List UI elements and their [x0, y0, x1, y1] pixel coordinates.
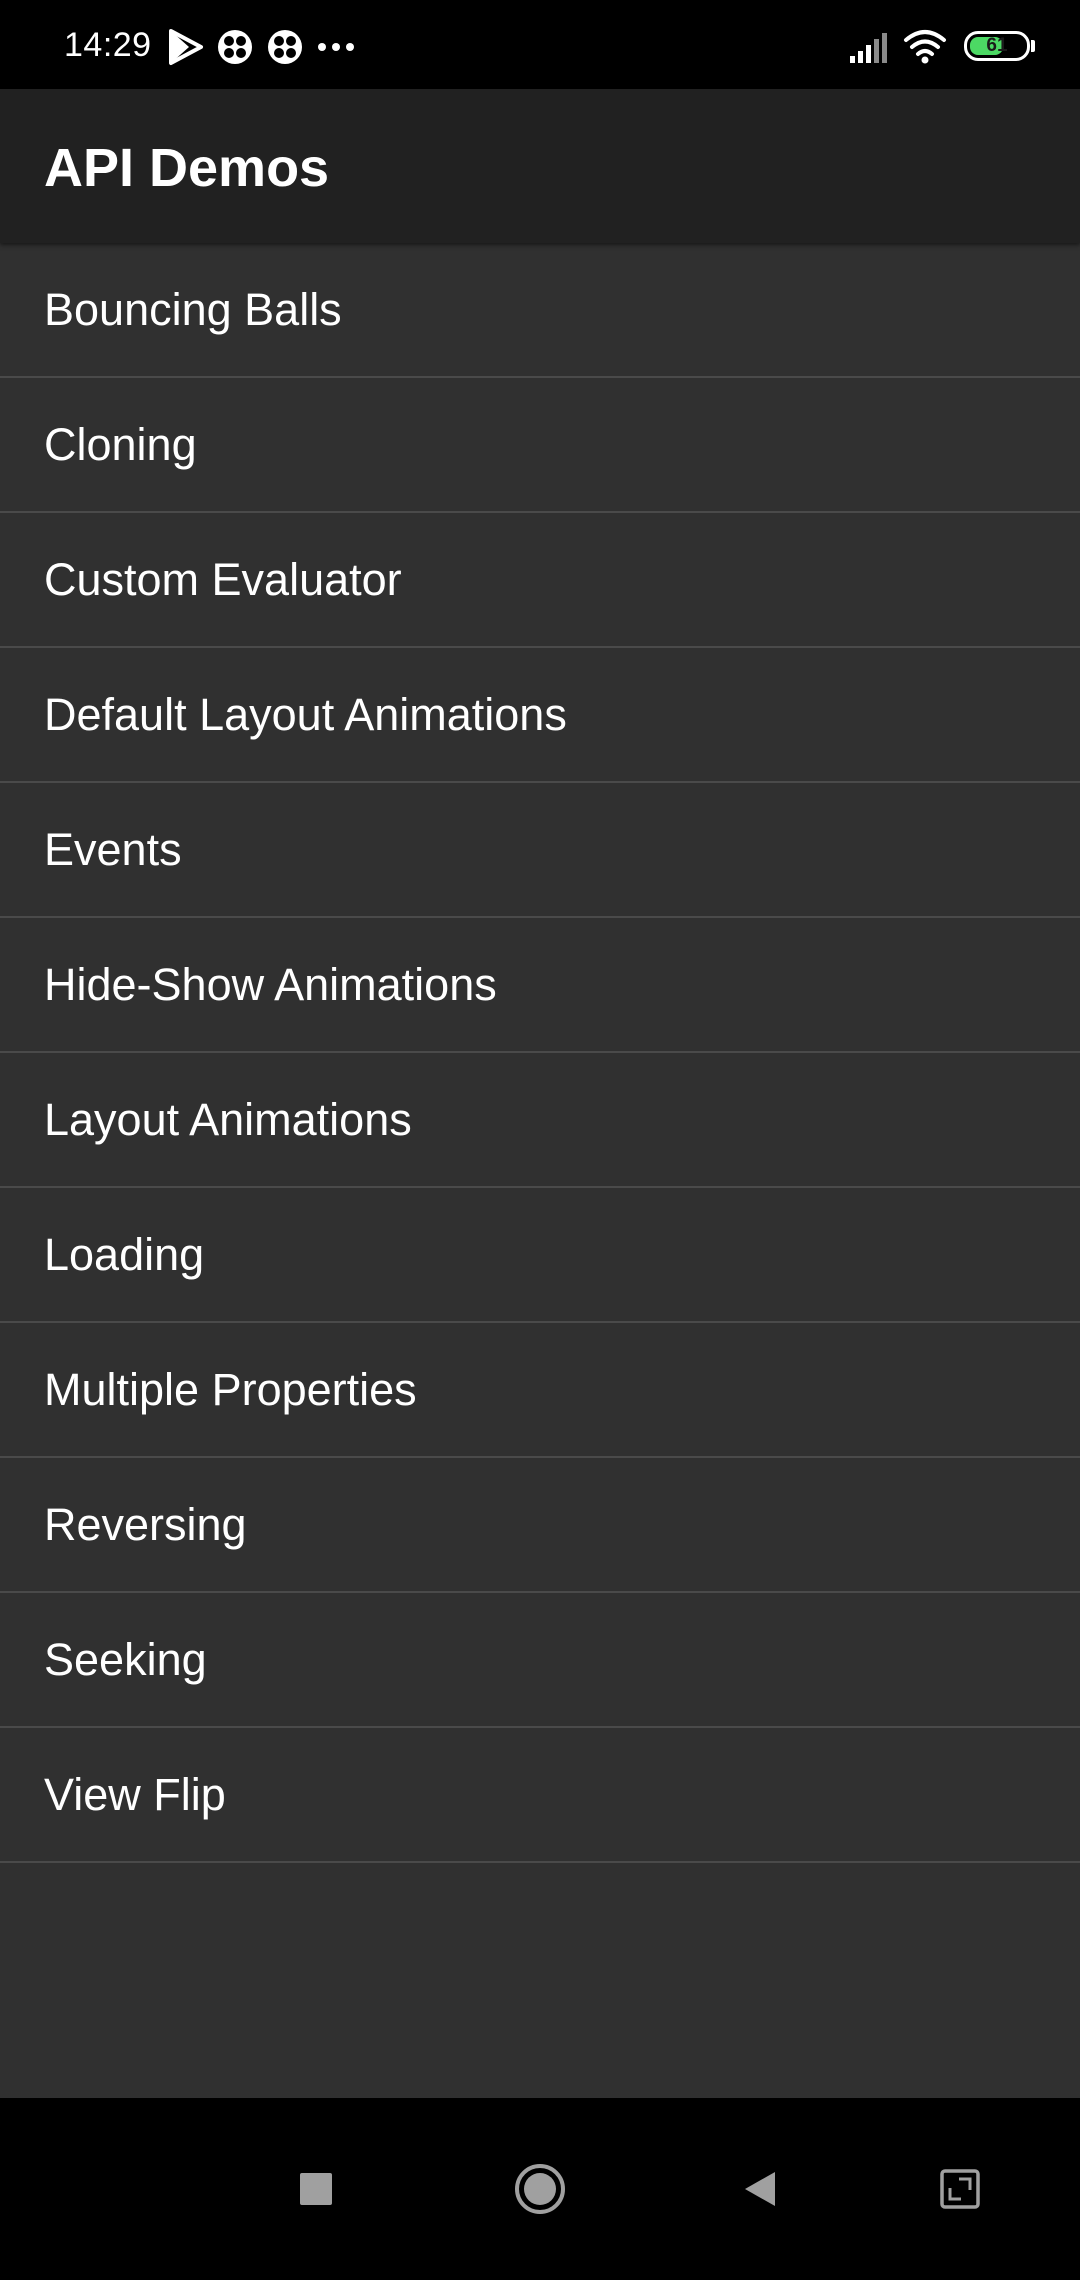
- list-item-layout-animations[interactable]: Layout Animations: [0, 1053, 1080, 1188]
- app-bar: API Demos: [0, 89, 1080, 243]
- battery-icon: 61: [964, 31, 1030, 61]
- navigation-bar: [0, 2098, 1080, 2280]
- list-item-custom-evaluator[interactable]: Custom Evaluator: [0, 513, 1080, 648]
- back-triangle-icon: [745, 2172, 775, 2206]
- page-title: API Demos: [44, 138, 330, 198]
- list-item-label: Cloning: [44, 419, 197, 470]
- home-button[interactable]: [480, 2098, 600, 2280]
- screen: 14:29 61 API Demos Bouncing Balls Clonin…: [0, 0, 1080, 2280]
- list-item-default-layout-animations[interactable]: Default Layout Animations: [0, 648, 1080, 783]
- list-item-label: Hide-Show Animations: [44, 959, 497, 1010]
- list-item-label: Default Layout Animations: [44, 689, 567, 740]
- screenshot-frame-icon: [940, 2169, 980, 2209]
- more-dots-icon: [318, 43, 354, 51]
- list-item-label: Multiple Properties: [44, 1364, 417, 1415]
- battery-level: 61: [986, 35, 1008, 56]
- screenshot-button[interactable]: [900, 2098, 1020, 2280]
- demo-list: Bouncing Balls Cloning Custom Evaluator …: [0, 243, 1080, 1863]
- list-item-label: Events: [44, 824, 182, 875]
- recents-button[interactable]: [256, 2098, 376, 2280]
- home-circle-icon: [515, 2164, 565, 2214]
- list-item-label: View Flip: [44, 1769, 226, 1820]
- list-item-loading[interactable]: Loading: [0, 1188, 1080, 1323]
- list-item-label: Loading: [44, 1229, 205, 1280]
- wifi-icon: [904, 30, 946, 64]
- status-time: 14:29: [64, 26, 152, 64]
- list-item-cloning[interactable]: Cloning: [0, 378, 1080, 513]
- status-bar: 14:29 61: [0, 0, 1080, 89]
- list-item-reversing[interactable]: Reversing: [0, 1458, 1080, 1593]
- list-item-events[interactable]: Events: [0, 783, 1080, 918]
- list-item-seeking[interactable]: Seeking: [0, 1593, 1080, 1728]
- list-item-label: Bouncing Balls: [44, 284, 342, 335]
- list-item-label: Custom Evaluator: [44, 554, 402, 605]
- app-icon: [218, 30, 252, 64]
- app-icon: [268, 30, 302, 64]
- cellular-signal-icon: [850, 33, 887, 63]
- list-item-hide-show-animations[interactable]: Hide-Show Animations: [0, 918, 1080, 1053]
- list-item-label: Seeking: [44, 1634, 207, 1685]
- back-button[interactable]: [700, 2098, 820, 2280]
- list-item-multiple-properties[interactable]: Multiple Properties: [0, 1323, 1080, 1458]
- battery-tip: [1031, 40, 1035, 52]
- list-item-view-flip[interactable]: View Flip: [0, 1728, 1080, 1863]
- list-item-bouncing-balls[interactable]: Bouncing Balls: [0, 243, 1080, 378]
- list-item-label: Reversing: [44, 1499, 247, 1550]
- list-item-label: Layout Animations: [44, 1094, 412, 1145]
- recents-square-icon: [300, 2173, 332, 2205]
- play-store-icon: [169, 29, 203, 65]
